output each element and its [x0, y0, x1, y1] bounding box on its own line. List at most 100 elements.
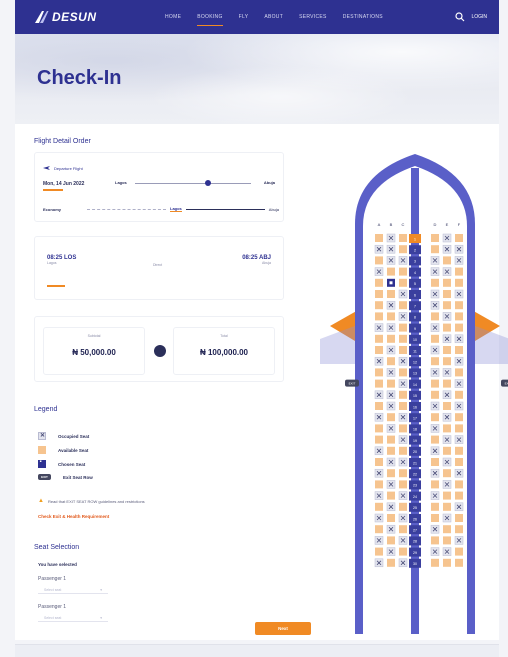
passenger-1-select[interactable]: Select seat ▾: [38, 586, 108, 594]
available-seat[interactable]: [455, 368, 463, 377]
available-seat[interactable]: [375, 435, 383, 444]
available-seat[interactable]: [399, 547, 407, 556]
available-seat[interactable]: [399, 234, 407, 242]
available-seat[interactable]: [455, 301, 463, 310]
available-seat[interactable]: [431, 502, 439, 511]
nav-link-fly[interactable]: FLY: [231, 0, 257, 34]
available-seat[interactable]: [443, 502, 451, 511]
available-seat[interactable]: [387, 334, 395, 343]
available-seat[interactable]: [387, 558, 395, 567]
available-seat[interactable]: [443, 536, 451, 545]
available-seat[interactable]: [375, 379, 383, 388]
nav-link-about[interactable]: ABOUT: [256, 0, 291, 34]
available-seat[interactable]: [387, 446, 395, 455]
available-seat[interactable]: [455, 547, 463, 556]
available-seat[interactable]: [387, 290, 395, 298]
available-seat[interactable]: [387, 435, 395, 444]
available-seat[interactable]: [431, 558, 439, 567]
available-seat[interactable]: [455, 323, 463, 332]
available-seat[interactable]: [431, 413, 439, 422]
available-seat[interactable]: [443, 323, 451, 332]
available-seat[interactable]: [431, 390, 439, 399]
available-seat[interactable]: [375, 290, 383, 298]
available-seat[interactable]: [443, 256, 451, 265]
available-seat[interactable]: [443, 446, 451, 455]
available-seat[interactable]: [399, 424, 407, 433]
available-seat[interactable]: [399, 402, 407, 410]
available-seat[interactable]: [375, 402, 383, 410]
available-seat[interactable]: [387, 491, 395, 500]
available-seat[interactable]: [399, 267, 407, 276]
available-seat[interactable]: [455, 480, 463, 489]
available-seat[interactable]: [375, 525, 383, 534]
available-seat[interactable]: [431, 458, 439, 466]
available-seat[interactable]: [387, 357, 395, 366]
available-seat[interactable]: [375, 502, 383, 511]
exit-requirements-link[interactable]: Check Exit & Health Requirement: [38, 514, 109, 519]
nav-link-destinations[interactable]: DESTINATIONS: [335, 0, 391, 34]
available-seat[interactable]: [455, 267, 463, 276]
available-seat[interactable]: [387, 536, 395, 545]
available-seat[interactable]: [375, 334, 383, 343]
available-seat[interactable]: [375, 256, 383, 265]
available-seat[interactable]: [455, 525, 463, 534]
available-seat[interactable]: [455, 491, 463, 500]
available-seat[interactable]: [431, 514, 439, 522]
available-seat[interactable]: [455, 424, 463, 433]
available-seat[interactable]: [443, 491, 451, 500]
available-seat[interactable]: [431, 278, 439, 287]
available-seat[interactable]: [375, 458, 383, 466]
available-seat[interactable]: [375, 480, 383, 489]
available-seat[interactable]: [455, 278, 463, 287]
available-seat[interactable]: [455, 312, 463, 321]
available-seat[interactable]: [443, 558, 451, 567]
available-seat[interactable]: [399, 301, 407, 310]
available-seat[interactable]: [431, 435, 439, 444]
available-seat[interactable]: [443, 357, 451, 366]
available-seat[interactable]: [387, 514, 395, 522]
search-icon[interactable]: [455, 12, 465, 22]
available-seat[interactable]: [387, 379, 395, 388]
available-seat[interactable]: [431, 536, 439, 545]
available-seat[interactable]: [375, 278, 383, 287]
available-seat[interactable]: [399, 323, 407, 332]
available-seat[interactable]: [431, 312, 439, 321]
next-button[interactable]: Next: [255, 622, 311, 635]
available-seat[interactable]: [399, 346, 407, 354]
available-seat[interactable]: [443, 402, 451, 410]
login-link[interactable]: LOGIN: [471, 14, 487, 20]
available-seat[interactable]: [443, 525, 451, 534]
available-seat[interactable]: [431, 245, 439, 254]
available-seat[interactable]: [375, 312, 383, 321]
available-seat[interactable]: [431, 480, 439, 489]
available-seat[interactable]: [443, 301, 451, 310]
available-seat[interactable]: [443, 290, 451, 298]
available-seat[interactable]: [399, 525, 407, 534]
available-seat[interactable]: [455, 446, 463, 455]
nav-link-services[interactable]: SERVICES: [291, 0, 335, 34]
passenger-2-select[interactable]: Select seat ▾: [38, 614, 108, 622]
nav-link-home[interactable]: HOME: [157, 0, 189, 34]
available-seat[interactable]: [375, 368, 383, 377]
available-seat[interactable]: [387, 267, 395, 276]
available-seat[interactable]: [443, 469, 451, 478]
available-seat[interactable]: [399, 334, 407, 343]
nav-link-booking[interactable]: BOOKING: [189, 0, 230, 34]
available-seat[interactable]: [431, 357, 439, 366]
available-seat[interactable]: [399, 390, 407, 399]
available-seat[interactable]: [443, 346, 451, 354]
available-seat[interactable]: [399, 245, 407, 254]
brand-logo[interactable]: DESUN: [33, 0, 123, 34]
available-seat[interactable]: [399, 278, 407, 287]
available-seat[interactable]: [455, 558, 463, 567]
available-seat[interactable]: [443, 424, 451, 433]
available-seat[interactable]: [387, 312, 395, 321]
available-seat[interactable]: [399, 502, 407, 511]
available-seat[interactable]: [455, 413, 463, 422]
available-seat[interactable]: [375, 547, 383, 556]
available-seat[interactable]: [443, 278, 451, 287]
available-seat[interactable]: [375, 424, 383, 433]
available-seat[interactable]: [455, 346, 463, 354]
available-seat[interactable]: [455, 458, 463, 466]
available-seat[interactable]: [399, 446, 407, 455]
